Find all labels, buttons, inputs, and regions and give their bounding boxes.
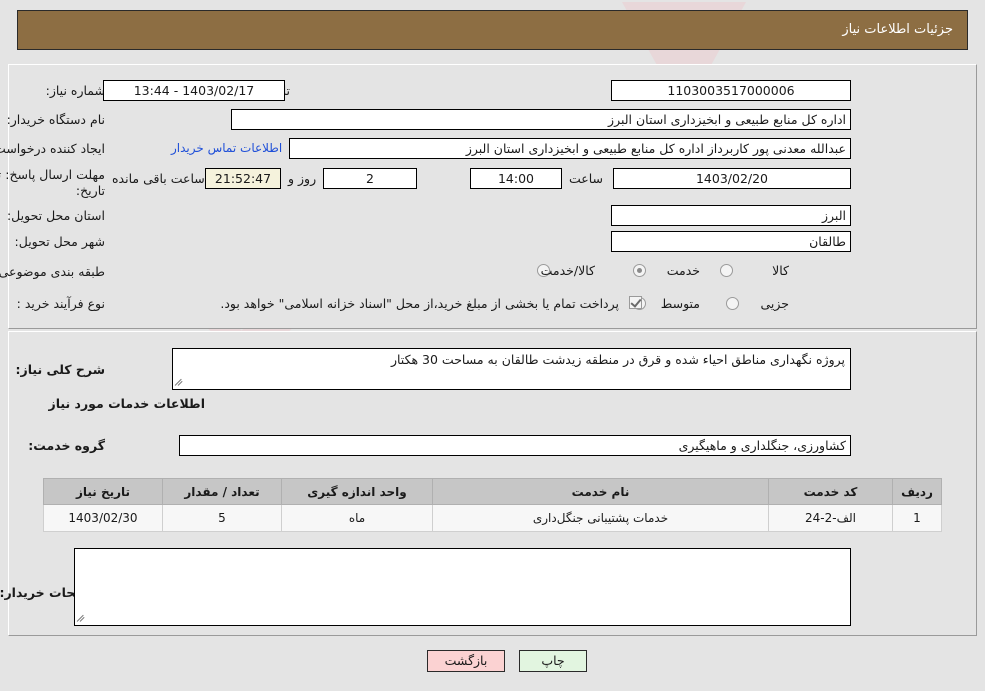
request-creator-label: ایجاد کننده درخواست: — [0, 141, 105, 156]
buyer-notes-resize-grip[interactable] — [76, 612, 88, 624]
deadline-label-line2: تاریخ: — [75, 183, 105, 198]
need-number-label: شماره نیاز: — [45, 83, 105, 98]
need-info-panel — [8, 64, 977, 329]
category-option-kala-label: کالا — [772, 263, 789, 278]
cell-radif: 1 — [892, 504, 942, 532]
cell-unit: ماه — [281, 504, 433, 532]
deadline-date-value: 1403/02/20 — [613, 168, 851, 189]
deadline-hour-label: ساعت — [569, 171, 604, 186]
services-table: ردیف کد خدمت نام خدمت واحد اندازه گیری ت… — [43, 478, 942, 532]
purchase-type-radio-jozyi[interactable] — [726, 297, 739, 310]
deadline-days-label: روز و — [288, 171, 317, 186]
col-service-name: نام خدمت — [432, 478, 769, 505]
category-option-kala-khedmat-label: کالا/خدمت — [540, 263, 595, 278]
buyer-org-value: اداره کل منابع طبیعی و ابخیزداری استان ا… — [231, 109, 851, 130]
col-radif: ردیف — [892, 478, 942, 505]
treasury-documents-checkbox[interactable] — [629, 296, 642, 309]
delivery-city-label: شهر محل تحویل: — [14, 234, 105, 249]
print-button[interactable]: چاپ — [519, 650, 587, 672]
purchase-type-option-jozyi-label: جزیی — [760, 296, 789, 311]
category-radio-khedmat[interactable] — [633, 264, 646, 277]
description-label: شرح کلی نیاز: — [15, 362, 105, 377]
cell-quantity: 5 — [162, 504, 282, 532]
service-group-label: گروه خدمت: — [28, 438, 105, 453]
purchase-type-option-motevaset-label: متوسط — [660, 296, 700, 311]
cell-service-code: الف-2-24 — [768, 504, 893, 532]
announce-datetime-value: 1403/02/17 - 13:44 — [103, 80, 285, 101]
delivery-province-label: استان محل تحویل: — [6, 208, 105, 223]
page-header-bar: جزئیات اطلاعات نیاز — [17, 10, 968, 50]
col-quantity: تعداد / مقدار — [162, 478, 282, 505]
delivery-province-value: البرز — [611, 205, 851, 226]
delivery-city-value: طالقان — [611, 231, 851, 252]
page-title: جزئیات اطلاعات نیاز — [842, 22, 953, 37]
need-number-value: 1103003517000006 — [611, 80, 851, 101]
deadline-countdown-value: 21:52:47 — [205, 168, 281, 189]
deadline-label-line1: مهلت ارسال پاسخ: تا — [0, 167, 105, 182]
col-unit: واحد اندازه گیری — [281, 478, 433, 505]
services-section-heading: اطلاعات خدمات مورد نیاز — [48, 396, 206, 411]
buyer-org-label: نام دستگاه خریدار: — [6, 112, 105, 127]
category-radio-kala[interactable] — [720, 264, 733, 277]
cell-need-date: 1403/02/30 — [43, 504, 163, 532]
cell-service-name: خدمات پشتیبانی جنگل‌داری — [432, 504, 769, 532]
description-resize-grip[interactable] — [174, 376, 186, 388]
service-group-value: کشاورزی، جنگلداری و ماهیگیری — [179, 435, 851, 456]
category-label: طبقه بندی موضوعی: — [0, 264, 105, 279]
deadline-hour-value: 14:00 — [470, 168, 562, 189]
table-row: 1 الف-2-24 خدمات پشتیبانی جنگل‌داری ماه … — [43, 504, 942, 532]
description-textarea[interactable]: پروژه نگهداری مناطق احیاء شده و قرق در م… — [172, 348, 851, 390]
back-button[interactable]: بازگشت — [427, 650, 505, 672]
col-need-date: تاریخ نیاز — [43, 478, 163, 505]
purchase-type-label: نوع فرآیند خرید : — [16, 296, 105, 311]
category-option-khedmat-label: خدمت — [666, 263, 700, 278]
table-header-row: ردیف کد خدمت نام خدمت واحد اندازه گیری ت… — [43, 478, 942, 505]
request-creator-value: عبدالله معدنی پور کاربرداز اداره کل مناب… — [289, 138, 851, 159]
treasury-documents-note: پرداخت تمام یا بخشی از مبلغ خرید،از محل … — [220, 296, 619, 311]
col-service-code: کد خدمت — [768, 478, 893, 505]
deadline-days-value: 2 — [323, 168, 417, 189]
deadline-countdown-label: ساعت باقی مانده — [112, 171, 205, 186]
buyer-contact-info-link[interactable]: اطلاعات تماس خریدار — [171, 141, 282, 155]
buyer-notes-textarea[interactable] — [74, 548, 851, 626]
